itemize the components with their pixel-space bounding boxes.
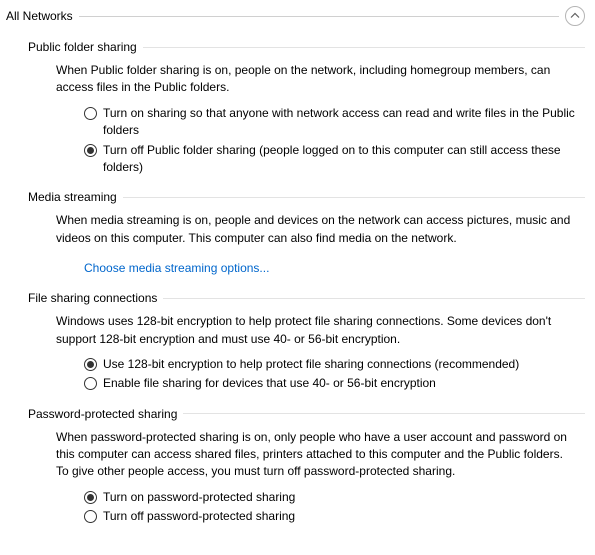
media-streaming-options-link[interactable]: Choose media streaming options... xyxy=(84,261,269,275)
radio-encryption-40[interactable]: Enable file sharing for devices that use… xyxy=(84,375,575,392)
radio-public-on[interactable]: Turn on sharing so that anyone with netw… xyxy=(84,105,575,140)
radio-label: Turn on password-protected sharing xyxy=(103,489,295,506)
subheader-media-streaming: Media streaming xyxy=(28,190,585,204)
password-description: When password-protected sharing is on, o… xyxy=(56,429,575,481)
divider xyxy=(123,197,585,198)
password-radio-group: Turn on password-protected sharing Turn … xyxy=(84,489,575,526)
radio-password-on[interactable]: Turn on password-protected sharing xyxy=(84,489,575,506)
file-sharing-description: Windows uses 128-bit encryption to help … xyxy=(56,313,575,348)
file-sharing-radio-group: Use 128-bit encryption to help protect f… xyxy=(84,356,575,393)
divider xyxy=(163,298,585,299)
radio-icon xyxy=(84,144,97,157)
public-folder-description: When Public folder sharing is on, people… xyxy=(56,62,575,97)
radio-public-off[interactable]: Turn off Public folder sharing (people l… xyxy=(84,142,575,177)
radio-password-off[interactable]: Turn off password-protected sharing xyxy=(84,508,575,525)
divider xyxy=(183,413,585,414)
radio-icon xyxy=(84,510,97,523)
radio-icon xyxy=(84,377,97,390)
radio-label: Turn off password-protected sharing xyxy=(103,508,295,525)
chevron-up-icon xyxy=(570,11,580,21)
public-folder-radio-group: Turn on sharing so that anyone with netw… xyxy=(84,105,575,177)
subheader-password: Password-protected sharing xyxy=(28,407,585,421)
subheader-title: Public folder sharing xyxy=(28,40,137,54)
subheader-title: Password-protected sharing xyxy=(28,407,177,421)
media-description: When media streaming is on, people and d… xyxy=(56,212,575,247)
subheader-file-sharing: File sharing connections xyxy=(28,291,585,305)
radio-icon xyxy=(84,107,97,120)
radio-label: Turn off Public folder sharing (people l… xyxy=(103,142,575,177)
radio-label: Use 128-bit encryption to help protect f… xyxy=(103,356,519,373)
radio-label: Enable file sharing for devices that use… xyxy=(103,375,436,392)
radio-icon xyxy=(84,358,97,371)
subheader-public-folder: Public folder sharing xyxy=(28,40,585,54)
radio-icon xyxy=(84,491,97,504)
divider xyxy=(143,47,585,48)
radio-encryption-128[interactable]: Use 128-bit encryption to help protect f… xyxy=(84,356,575,373)
divider xyxy=(79,16,559,17)
subheader-title: File sharing connections xyxy=(28,291,157,305)
radio-label: Turn on sharing so that anyone with netw… xyxy=(103,105,575,140)
subheader-title: Media streaming xyxy=(28,190,117,204)
section-title: All Networks xyxy=(6,9,73,23)
collapse-button[interactable] xyxy=(565,6,585,26)
section-header-all-networks: All Networks xyxy=(6,6,585,26)
